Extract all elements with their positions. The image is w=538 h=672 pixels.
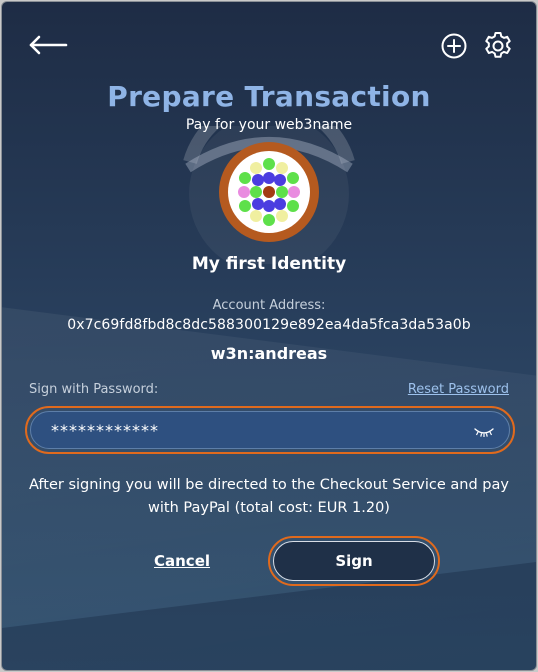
page-title: Prepare Transaction bbox=[107, 80, 431, 113]
arrow-left-icon bbox=[29, 35, 68, 55]
back-button[interactable] bbox=[28, 30, 68, 60]
password-value: ************ bbox=[51, 421, 159, 440]
settings-button[interactable] bbox=[482, 30, 514, 62]
reset-password-link[interactable]: Reset Password bbox=[408, 382, 509, 397]
sign-button[interactable]: Sign bbox=[268, 536, 440, 586]
password-label: Sign with Password: bbox=[29, 382, 159, 397]
gear-icon bbox=[485, 32, 511, 58]
account-address-value: 0x7c69fd8fbd8c8dc588300129e892ea4da5fca3… bbox=[67, 317, 471, 333]
plus-circle-icon bbox=[441, 33, 467, 59]
checkout-info-text: After signing you will be directed to th… bbox=[29, 477, 509, 516]
password-field[interactable]: ************ bbox=[25, 406, 515, 454]
account-address-label: Account Address: bbox=[212, 298, 326, 313]
add-identity-button[interactable] bbox=[440, 32, 468, 60]
eye-closed-icon[interactable] bbox=[473, 424, 495, 438]
identity-avatar bbox=[182, 95, 356, 274]
web3name: w3n:andreas bbox=[210, 344, 328, 363]
sign-button-label: Sign bbox=[273, 541, 435, 581]
popup-window: Prepare Transaction Pay for your web3nam… bbox=[1, 1, 537, 671]
password-input[interactable]: ************ bbox=[30, 411, 510, 449]
cancel-button[interactable]: Cancel bbox=[154, 552, 210, 570]
identity-name: My first Identity bbox=[191, 254, 347, 274]
